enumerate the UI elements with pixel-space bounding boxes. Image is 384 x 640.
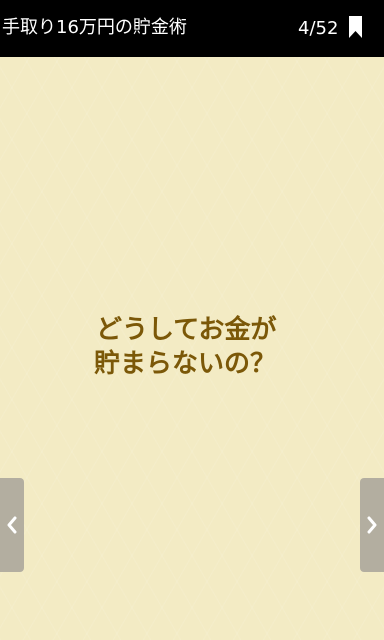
chevron-right-icon	[367, 516, 377, 534]
page-counter: 4/52	[298, 18, 339, 39]
app-header: 手取り16万円の貯金術 4/52	[0, 0, 384, 57]
message-line-2: 貯まらないの？	[94, 349, 277, 379]
bookmark-icon-svg	[349, 16, 362, 38]
book-title: 手取り16万円の貯金術	[2, 17, 187, 38]
chevron-left-icon	[7, 516, 17, 534]
bookmark-icon[interactable]	[349, 16, 362, 38]
previous-page-button[interactable]	[0, 478, 24, 572]
next-page-button[interactable]	[360, 478, 384, 572]
page-content: どうしてお金が 貯まらないの？	[0, 57, 384, 640]
page-message: どうしてお金が 貯まらないの？	[60, 313, 340, 381]
message-line-1: どうしてお金が	[96, 315, 277, 345]
